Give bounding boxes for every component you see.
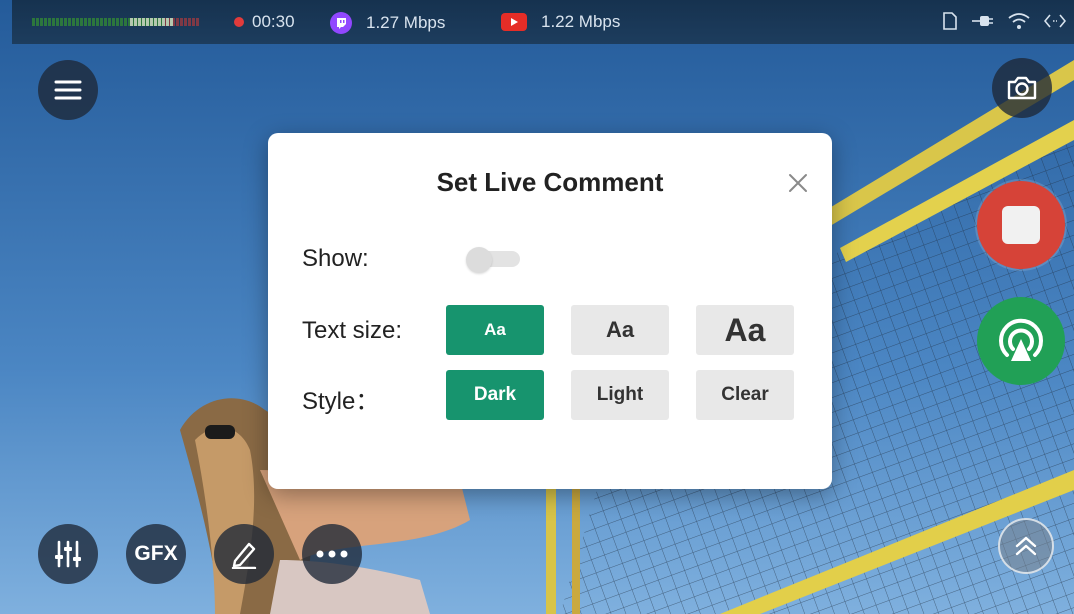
expand-panel-button[interactable] [998, 518, 1054, 574]
close-button[interactable] [786, 171, 810, 195]
status-bar: 00:30 1.27 Mbps 1.22 Mbps [12, 0, 1074, 44]
text-size-medium-button[interactable]: Aa [571, 305, 669, 355]
style-clear-button[interactable]: Clear [696, 370, 794, 420]
youtube-bitrate: 1.22 Mbps [541, 12, 621, 31]
close-icon [789, 174, 807, 192]
toggle-knob [466, 247, 492, 273]
audio-level-meter [32, 18, 200, 26]
audio-peak-indicator [130, 18, 174, 26]
go-live-button[interactable] [977, 297, 1065, 385]
recording-dot-icon [234, 17, 244, 27]
stop-icon [1002, 206, 1040, 244]
youtube-stream-status: 1.22 Mbps [501, 12, 620, 32]
snapshot-button[interactable] [992, 58, 1052, 118]
data-transfer-icon [1044, 14, 1066, 28]
hamburger-menu-icon [54, 80, 82, 100]
audio-mixer-button[interactable] [38, 524, 98, 584]
timer-text: 00:30 [252, 12, 295, 31]
twitch-bitrate: 1.27 Mbps [366, 13, 446, 32]
style-dark-button[interactable]: Dark [446, 370, 544, 420]
recording-timer: 00:30 [234, 12, 295, 32]
show-comment-toggle[interactable] [466, 247, 520, 273]
text-size-label: Text size: [302, 317, 403, 344]
style-label: Style： [302, 388, 380, 415]
youtube-icon [501, 13, 527, 31]
pen-icon [231, 542, 257, 569]
more-options-button[interactable] [302, 524, 362, 584]
live-comment-dialog: Set Live Comment Show: Text size: Aa Aa … [268, 133, 832, 489]
mixer-sliders-icon [55, 540, 81, 568]
show-label: Show: [302, 245, 369, 272]
menu-button[interactable] [38, 60, 98, 120]
wifi-icon [1008, 13, 1030, 29]
text-size-small-button[interactable]: Aa [446, 305, 544, 355]
gfx-button[interactable]: GFX [126, 524, 186, 584]
more-dots-icon [316, 550, 348, 558]
live-comment-button[interactable] [214, 524, 274, 584]
usb-connection-icon [972, 16, 993, 26]
camera-icon [1007, 76, 1037, 100]
system-icons [942, 12, 1066, 30]
stop-recording-button[interactable] [977, 181, 1065, 269]
gfx-label: GFX [134, 542, 178, 565]
style-light-button[interactable]: Light [571, 370, 669, 420]
sim-card-icon [943, 12, 957, 30]
twitch-stream-status: 1.27 Mbps [330, 12, 445, 34]
double-chevron-up-icon [1015, 536, 1037, 556]
dialog-title: Set Live Comment [436, 167, 664, 197]
broadcast-icon [999, 318, 1043, 361]
twitch-icon [330, 12, 352, 34]
text-size-large-button[interactable]: Aa [696, 305, 794, 355]
